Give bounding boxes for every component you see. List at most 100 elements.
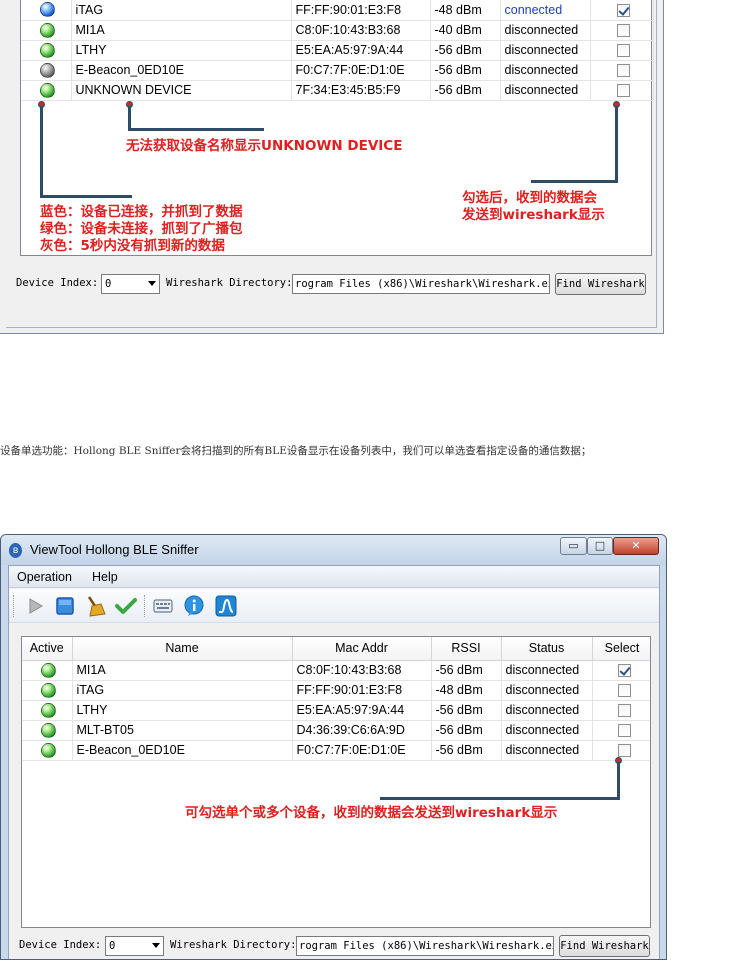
column-header-select[interactable]: Select <box>592 637 650 661</box>
device-index-label-2: Device Index: <box>19 939 102 951</box>
top-window-client: iTAG FF:FF:90:01:E3:F8 -48 dBm connected MI1… <box>6 0 657 328</box>
table-row[interactable]: E-Beacon_0ED10E F0:C7:7F:0E:D1:0E -56 dBm d… <box>22 740 650 761</box>
select-cell <box>590 60 654 81</box>
select-checkbox[interactable] <box>617 24 630 38</box>
window-title: ViewTool Hollong BLE Sniffer <box>30 542 199 557</box>
device-name: E-Beacon_0ED10E <box>71 60 292 81</box>
mac-address: 7F:34:E3:45:B5:F9 <box>291 80 431 101</box>
device-name: MI1A <box>72 660 293 681</box>
section-description: 设备单选功能：Hollong BLE Sniffer会将扫描到的所有BLE设备显… <box>0 445 592 457</box>
check-icon[interactable] <box>115 595 137 617</box>
mac-address: FF:FF:90:01:E3:F8 <box>291 0 431 21</box>
select-checkbox[interactable] <box>617 3 630 17</box>
select-cell <box>592 700 650 721</box>
bluetooth-icon: ʙ <box>9 543 22 558</box>
device-name: iTAG <box>71 0 292 21</box>
anno-line-active-v <box>40 106 43 198</box>
menu-operation[interactable]: Operation <box>17 570 72 584</box>
table-row[interactable]: MLT-BT05 D4:36:39:C6:6A:9D -56 dBm disconne… <box>22 720 650 741</box>
toolbar <box>9 589 659 623</box>
chevron-down-icon <box>148 281 156 286</box>
table-header-row: Active Name Mac Addr RSSI Status Select <box>22 637 650 661</box>
wireshark-dir-value: rogram Files (x86)\Wireshark\Wireshark.e… <box>295 278 550 290</box>
device-name: iTAG <box>72 680 293 701</box>
bottom-bar: Device Index: 0 Wireshark Directory: rog… <box>9 934 661 959</box>
mac-address: FF:FF:90:01:E3:F8 <box>292 680 432 701</box>
close-button[interactable]: ✕ <box>613 537 659 555</box>
device-name: LTHY <box>71 40 292 61</box>
connection-status: disconnected <box>501 720 593 741</box>
select-checkbox[interactable] <box>617 684 631 698</box>
select-cell <box>592 680 650 701</box>
active-cell <box>21 80 72 101</box>
mac-address: F0:C7:7F:0E:D1:0E <box>292 740 432 761</box>
wireshark-dir-input-2[interactable]: rogram Files (x86)\Wireshark\Wireshark.e… <box>296 936 554 956</box>
rssi-value: -56 dBm <box>430 60 501 81</box>
select-cell <box>590 20 654 41</box>
find-wireshark-button-2[interactable]: Find Wireshark <box>559 935 650 957</box>
table-row[interactable]: E-Beacon_0ED10E F0:C7:7F:0E:D1:0E -56 dBm d… <box>21 60 654 81</box>
table-row[interactable]: iTAG FF:FF:90:01:E3:F8 -48 dBm connected <box>21 0 654 21</box>
select-checkbox[interactable] <box>617 724 631 738</box>
title-bar: ʙ ViewTool Hollong BLE Sniffer ▭ □ ✕ <box>1 535 666 565</box>
select-checkbox[interactable] <box>617 64 630 78</box>
active-cell <box>21 40 72 61</box>
broom-icon[interactable] <box>84 595 106 617</box>
status-dot-icon <box>40 2 56 18</box>
rssi-value: -56 dBm <box>431 660 502 681</box>
minimize-button[interactable]: ▭ <box>560 537 587 555</box>
column-header-status[interactable]: Status <box>501 637 593 661</box>
rssi-value: -56 dBm <box>430 80 501 101</box>
active-cell <box>22 660 73 681</box>
rssi-value: -56 dBm <box>431 720 502 741</box>
select-checkbox[interactable] <box>617 84 630 98</box>
select-checkbox[interactable] <box>617 704 631 718</box>
device-name: MLT-BT05 <box>72 720 293 741</box>
table-row[interactable]: MI1A C8:0F:10:43:B3:68 -56 dBm disconnected <box>22 660 650 681</box>
wireshark-dir-label: Wireshark Directory: <box>166 277 293 289</box>
status-dot-icon <box>41 682 57 698</box>
device-name: UNKNOWN DEVICE <box>71 80 292 101</box>
select-cell <box>590 80 654 101</box>
status-dot-icon <box>41 722 57 738</box>
device-index-select-2[interactable]: 0 <box>105 936 164 956</box>
select-checkbox[interactable] <box>617 664 631 678</box>
mac-address: C8:0F:10:43:B3:68 <box>292 660 432 681</box>
device-index-select[interactable]: 0 <box>101 274 160 294</box>
anno-line-active-h <box>40 195 132 198</box>
table-row[interactable]: LTHY E5:EA:A5:97:9A:44 -56 dBm disconnected <box>21 40 654 61</box>
play-icon[interactable] <box>24 595 46 617</box>
device-index-label: Device Index: <box>16 277 99 289</box>
table-row[interactable]: iTAG FF:FF:90:01:E3:F8 -48 dBm disconnected <box>22 680 650 701</box>
select-checkbox[interactable] <box>617 44 630 58</box>
maximize-button[interactable]: □ <box>587 537 613 555</box>
device-list: Active Name Mac Addr RSSI Status Select … <box>21 636 651 928</box>
table-row[interactable]: MI1A C8:0F:10:43:B3:68 -40 dBm disconnected <box>21 20 654 41</box>
wireshark-dir-value-2: rogram Files (x86)\Wireshark\Wireshark.e… <box>299 940 554 952</box>
wireshark-dir-label-2: Wireshark Directory: <box>170 939 297 951</box>
waveform-icon[interactable] <box>215 595 237 617</box>
select-cell <box>590 40 654 61</box>
minimize-icon: ▭ <box>568 539 579 552</box>
column-header-name[interactable]: Name <box>72 637 293 661</box>
select-cell <box>590 0 654 21</box>
stop-icon[interactable] <box>54 595 76 617</box>
table-row[interactable]: UNKNOWN DEVICE 7F:34:E3:45:B5:F9 -56 dBm di… <box>21 80 654 101</box>
column-header-active[interactable]: Active <box>22 637 73 661</box>
keyboard-icon[interactable] <box>152 595 174 617</box>
maximize-icon: □ <box>594 539 606 552</box>
menu-help[interactable]: Help <box>92 570 118 584</box>
select-checkbox[interactable] <box>617 744 631 758</box>
table-row[interactable]: LTHY E5:EA:A5:97:9A:44 -56 dBm disconnected <box>22 700 650 721</box>
info-icon[interactable] <box>183 595 205 617</box>
wireshark-dir-input[interactable]: rogram Files (x86)\Wireshark\Wireshark.e… <box>292 274 550 294</box>
column-header-rssi[interactable]: RSSI <box>431 637 502 661</box>
chevron-down-icon <box>152 943 160 948</box>
active-cell <box>21 20 72 41</box>
column-header-mac[interactable]: Mac Addr <box>292 637 432 661</box>
menu-bar: Operation Help <box>9 566 659 588</box>
window-client: Operation Help Active Name Mac Addr RSSI… <box>8 565 661 959</box>
find-wireshark-button[interactable]: Find Wireshark <box>555 273 646 295</box>
device-index-value: 0 <box>105 278 112 290</box>
active-cell <box>22 700 73 721</box>
